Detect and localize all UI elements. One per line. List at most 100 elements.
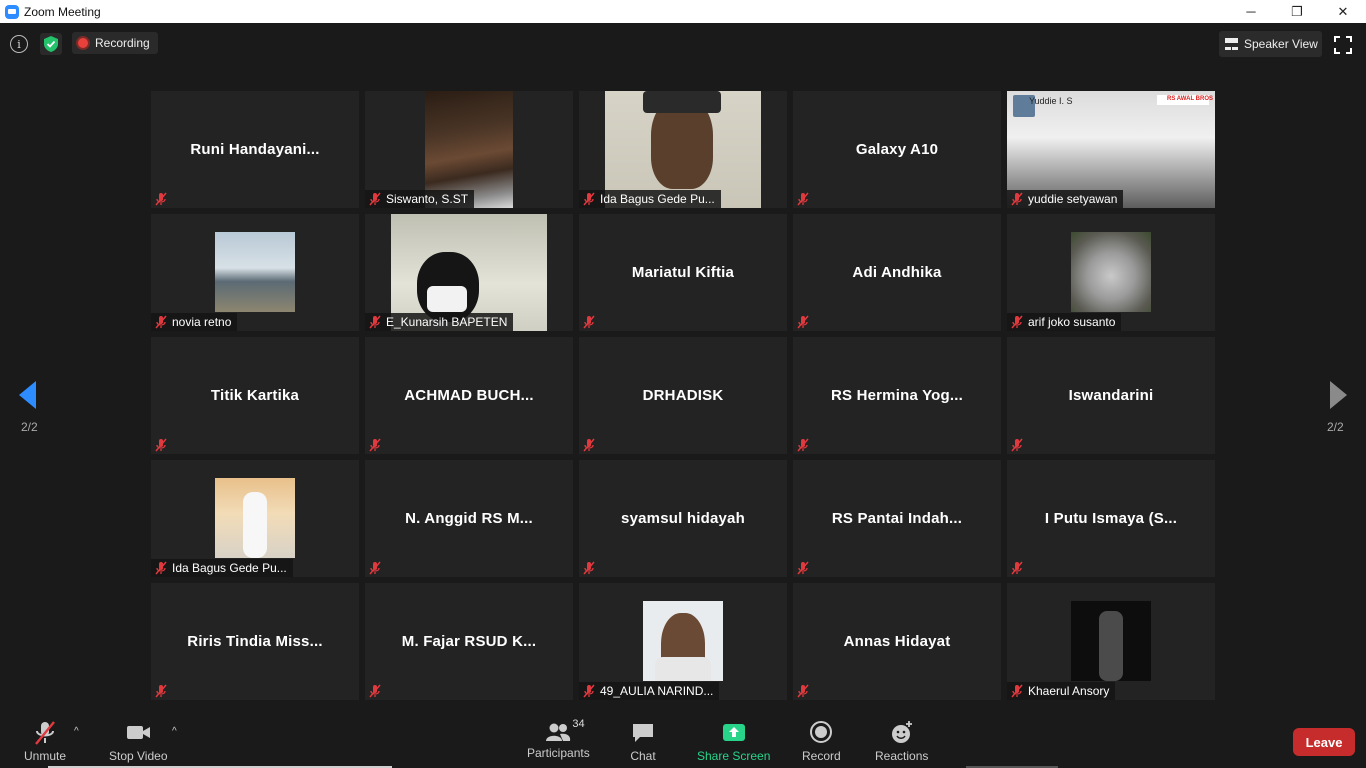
participant-tile[interactable]: M. Fajar RSUD K... — [365, 583, 573, 700]
participant-mute-indicator — [793, 190, 817, 208]
muted-microphone-icon — [369, 438, 381, 452]
share-screen-button[interactable]: Share Screen — [697, 720, 770, 763]
info-icon[interactable]: i — [10, 35, 28, 53]
recording-indicator[interactable]: Recording — [72, 32, 158, 54]
participant-display-name: I Putu Ismaya (S... — [1044, 510, 1178, 527]
fullscreen-icon[interactable] — [1334, 36, 1352, 54]
participant-tile[interactable]: I Putu Ismaya (S... — [1007, 460, 1215, 577]
participant-tile[interactable]: novia retno — [151, 214, 359, 331]
record-label: Record — [802, 749, 841, 763]
muted-microphone-icon — [583, 561, 595, 575]
participant-tile[interactable]: arif joko susanto — [1007, 214, 1215, 331]
participant-mute-indicator: Khaerul Ansory — [1007, 682, 1116, 700]
muted-microphone-icon — [1011, 561, 1023, 575]
participant-mute-indicator: novia retno — [151, 313, 238, 331]
reactions-label: Reactions — [875, 749, 929, 763]
participant-name-label: yuddie setyawan — [1028, 192, 1118, 206]
participant-tile[interactable]: Siswanto, S.ST — [365, 91, 573, 208]
participant-name-label: arif joko susanto — [1028, 315, 1116, 329]
muted-microphone-icon — [797, 561, 809, 575]
participant-tile[interactable]: E_Kunarsih BAPETEN — [365, 214, 573, 331]
participant-tile[interactable]: 49_AULIA NARIND... — [579, 583, 787, 700]
unmute-button[interactable]: Unmute — [24, 720, 66, 763]
participant-name-label: Khaerul Ansory — [1028, 684, 1110, 698]
participant-display-name: RS Hermina Yog... — [830, 387, 964, 404]
participant-tile[interactable]: Titik Kartika — [151, 337, 359, 454]
participant-name-label: Ida Bagus Gede Pu... — [172, 561, 287, 575]
next-page-arrow-icon[interactable] — [1328, 380, 1348, 410]
participant-mute-indicator: E_Kunarsih BAPETEN — [365, 313, 514, 331]
participant-mute-indicator — [365, 436, 389, 454]
participants-button[interactable]: 34 Participants — [527, 718, 590, 760]
muted-microphone-icon — [1011, 315, 1023, 329]
participant-tile[interactable]: Khaerul Ansory — [1007, 583, 1215, 700]
participant-tile[interactable]: Ida Bagus Gede Pu... — [151, 460, 359, 577]
window-titlebar: Zoom Meeting ─ ❐ ✕ — [0, 0, 1366, 23]
muted-microphone-icon — [369, 684, 381, 698]
participant-mute-indicator — [793, 313, 817, 331]
shield-check-icon[interactable] — [40, 33, 62, 55]
participant-tile[interactable]: Galaxy A10 — [793, 91, 1001, 208]
chat-button[interactable]: Chat — [630, 720, 656, 763]
muted-microphone-icon — [155, 438, 167, 452]
participant-tile[interactable]: Ida Bagus Gede Pu... — [579, 91, 787, 208]
muted-microphone-icon — [1011, 684, 1023, 698]
participant-display-name: Annas Hidayat — [843, 633, 951, 650]
participant-mute-indicator — [151, 436, 175, 454]
participant-display-name: RS Pantai Indah... — [831, 510, 963, 527]
participant-tile[interactable]: Yuddie I. S RS AWAL BROS yuddie setyawan — [1007, 91, 1215, 208]
participant-display-name: ACHMAD BUCH... — [404, 387, 534, 404]
participant-display-name: syamsul hidayah — [621, 510, 745, 527]
participant-tile[interactable]: ACHMAD BUCH... — [365, 337, 573, 454]
participant-display-name: Titik Kartika — [210, 387, 300, 404]
participant-mute-indicator: 49_AULIA NARIND... — [579, 682, 720, 700]
participant-tile[interactable]: Annas Hidayat — [793, 583, 1001, 700]
recording-dot-icon — [78, 38, 88, 48]
video-overlay-name: Yuddie I. S — [1029, 96, 1073, 106]
audio-options-chevron-icon[interactable]: ^ — [74, 726, 79, 737]
participant-tile[interactable]: syamsul hidayah — [579, 460, 787, 577]
participant-mute-indicator — [1007, 559, 1031, 577]
participant-display-name: Galaxy A10 — [855, 141, 939, 158]
muted-microphone-icon — [583, 315, 595, 329]
participant-display-name: M. Fajar RSUD K... — [401, 633, 537, 650]
leave-button[interactable]: Leave — [1293, 728, 1355, 756]
smiley-plus-icon — [891, 721, 912, 743]
participant-name-label: novia retno — [172, 315, 232, 329]
reactions-button[interactable]: Reactions — [875, 720, 928, 763]
muted-microphone-icon — [155, 684, 167, 698]
participant-mute-indicator — [793, 559, 817, 577]
page-indicator-right: 2/2 — [1327, 420, 1344, 434]
close-button[interactable]: ✕ — [1320, 0, 1366, 23]
muted-microphone-icon — [155, 315, 167, 329]
participant-tile[interactable]: N. Anggid RS M... — [365, 460, 573, 577]
participant-tile[interactable]: Iswandarini — [1007, 337, 1215, 454]
muted-microphone-icon — [369, 561, 381, 575]
restore-button[interactable]: ❐ — [1274, 0, 1320, 23]
record-button[interactable]: Record — [802, 720, 841, 763]
participant-mute-indicator: Ida Bagus Gede Pu... — [151, 559, 293, 577]
participant-mute-indicator — [151, 190, 175, 208]
grid-view-icon — [1225, 38, 1238, 50]
previous-page-arrow-icon[interactable] — [18, 380, 38, 410]
page-indicator-left: 2/2 — [21, 420, 38, 434]
unmute-label: Unmute — [24, 749, 67, 763]
participant-mute-indicator — [579, 559, 603, 577]
speaker-view-button[interactable]: Speaker View — [1219, 31, 1322, 57]
video-options-chevron-icon[interactable]: ^ — [172, 726, 177, 737]
participant-tile[interactable]: Adi Andhika — [793, 214, 1001, 331]
window-title: Zoom Meeting — [24, 4, 101, 19]
participant-tile[interactable]: RS Hermina Yog... — [793, 337, 1001, 454]
stop-video-button[interactable]: Stop Video — [109, 720, 168, 763]
participant-mute-indicator — [579, 313, 603, 331]
participant-tile[interactable]: Mariatul Kiftia — [579, 214, 787, 331]
muted-microphone-icon — [369, 315, 381, 329]
participant-tile[interactable]: Riris Tindia Miss... — [151, 583, 359, 700]
participant-tile[interactable]: RS Pantai Indah... — [793, 460, 1001, 577]
minimize-button[interactable]: ─ — [1228, 0, 1274, 23]
recording-label: Recording — [95, 36, 150, 50]
participant-tile[interactable]: DRHADISK — [579, 337, 787, 454]
muted-microphone-icon — [797, 438, 809, 452]
participants-icon — [546, 723, 571, 741]
participant-tile[interactable]: Runi Handayani... — [151, 91, 359, 208]
